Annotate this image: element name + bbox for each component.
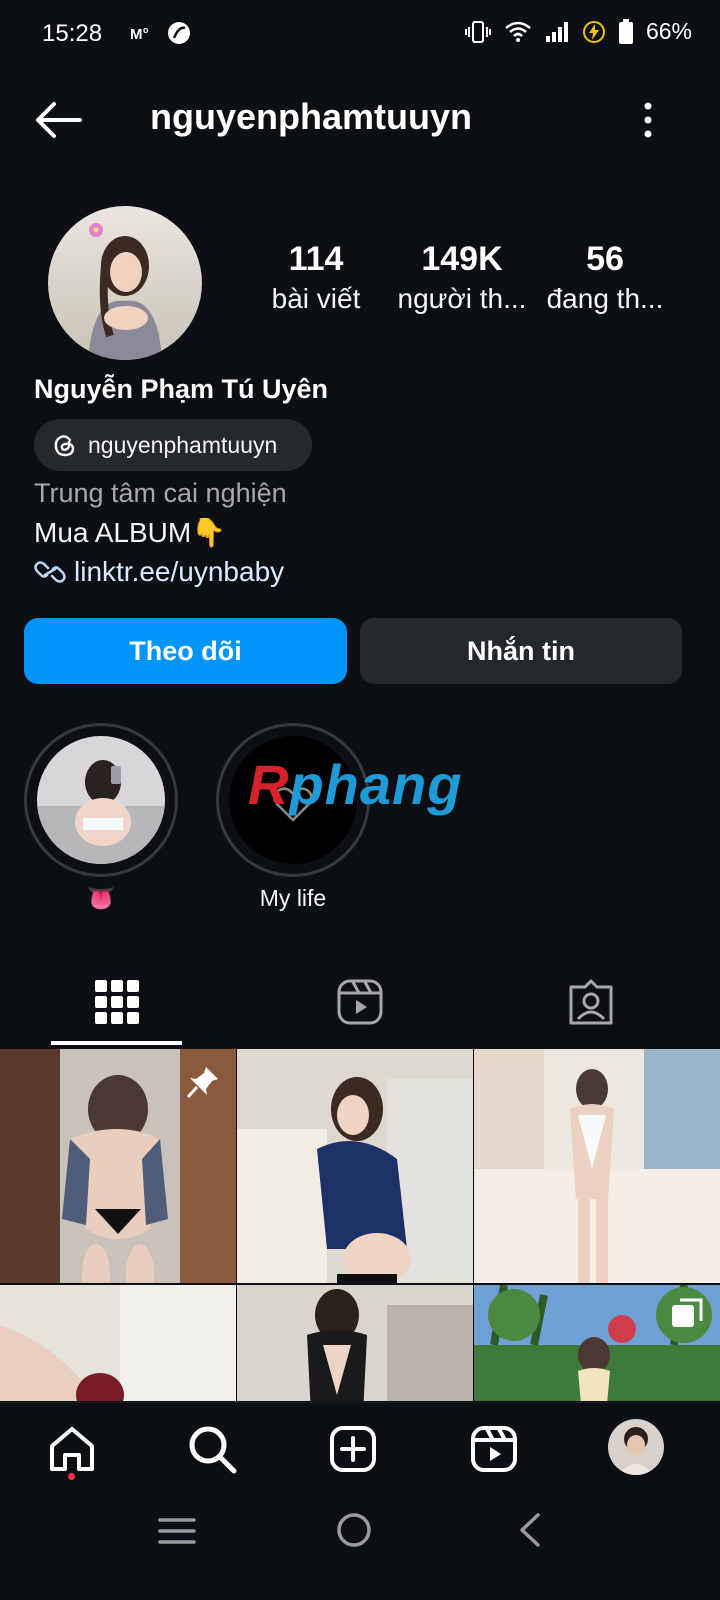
search-icon [189,1426,237,1474]
mobile-data-icon: M o [130,25,149,43]
bio-link-text: linktr.ee/uynbaby [74,556,285,587]
pin-icon [186,1067,218,1099]
highlight-label: My life [259,885,327,911]
profile-full-name: Nguyễn Phạm Tú Uyên [34,374,329,404]
profile-header: nguyenphamtuuyn [0,80,720,160]
back-chevron-icon[interactable] [517,1512,543,1548]
highlight-ring [24,723,178,877]
more-vertical-icon[interactable] [640,100,656,140]
bio-emoji: 👇 [191,517,227,548]
highlight-label: 👅 [86,885,116,911]
profile-avatar[interactable] [48,206,202,360]
create-icon [330,1426,376,1472]
active-tab-indicator [51,1041,182,1045]
stat-followers[interactable]: 149K người th... [387,240,537,315]
follow-button[interactable]: Theo dõi [24,618,347,684]
watermark-rest: phang [289,753,463,816]
message-button[interactable]: Nhắn tin [360,618,682,684]
watermark-logo: Rphang [248,752,462,817]
post-thumbnail[interactable] [474,1049,720,1283]
status-time: 15:28 [42,20,103,47]
reels-icon [471,1426,517,1472]
stat-following[interactable]: 56 đang th... [530,240,680,315]
status-bar: 15:28 M o 66% [0,0,720,70]
page-title: nguyenphamtuuyn [150,96,472,137]
nav-search[interactable] [184,1421,240,1477]
battery-icon [618,18,633,44]
vibrate-icon [464,20,491,43]
post-thumbnail[interactable] [0,1049,236,1283]
post-thumbnail[interactable] [474,1285,720,1401]
tab-reels[interactable] [295,960,425,1044]
followers-count: 149K [421,240,503,278]
posts-label: bài viết [271,283,361,314]
post-thumbnail[interactable] [237,1285,473,1401]
arrow-left-icon[interactable] [32,100,84,140]
bottom-navigation [0,1402,720,1495]
home-notification-dot [68,1473,75,1480]
profile-category: Trung tâm cai nghiện [34,478,287,508]
home-icon [50,1427,94,1471]
profile-tabs [0,960,720,1046]
threads-handle: nguyenphamtuuyn [88,431,278,458]
battery-saver-icon [582,20,605,43]
svg-text:M: M [130,26,143,43]
app-notification-icon [168,22,190,44]
followers-label: người th... [397,283,527,314]
watermark-prefix: R [248,753,290,816]
tab-posts-grid[interactable] [52,960,182,1044]
tagged-icon [569,979,613,1025]
nav-reels[interactable] [466,1421,522,1477]
bio-link[interactable]: linktr.ee/uynbaby [34,556,284,588]
highlight-cover [37,736,165,864]
tab-tagged[interactable] [526,960,656,1044]
highlight-item[interactable]: 👅 [24,723,178,912]
signal-icon [545,21,568,42]
battery-percent: 66% [645,18,692,44]
bio-text-line: Mua ALBUM 👇 [34,516,226,549]
stat-posts[interactable]: 114 bài viết [241,240,391,315]
nav-profile-avatar[interactable] [608,1419,664,1475]
threads-icon [54,435,75,457]
nav-home[interactable] [44,1421,100,1477]
posts-count: 114 [288,240,344,278]
post-thumbnail[interactable] [237,1049,473,1283]
status-right-icons: 66% [464,18,692,45]
system-navigation-bar [0,1494,720,1600]
reels-icon [337,979,383,1025]
posts-grid [0,1049,720,1401]
following-count: 56 [586,240,624,278]
grid-icon [95,980,139,1024]
post-thumbnail[interactable] [0,1285,236,1401]
home-circle-icon[interactable] [336,1512,372,1548]
recents-icon[interactable] [158,1516,196,1546]
carousel-icon [672,1298,703,1327]
status-left-icons: M o [130,20,192,46]
svg-text:o: o [143,25,149,35]
nav-create[interactable] [325,1421,381,1477]
link-icon [34,561,66,583]
wifi-icon [505,21,531,42]
threads-badge[interactable]: nguyenphamtuuyn [34,419,312,471]
bio-text: Mua ALBUM [34,516,192,548]
following-label: đang th... [546,283,664,314]
